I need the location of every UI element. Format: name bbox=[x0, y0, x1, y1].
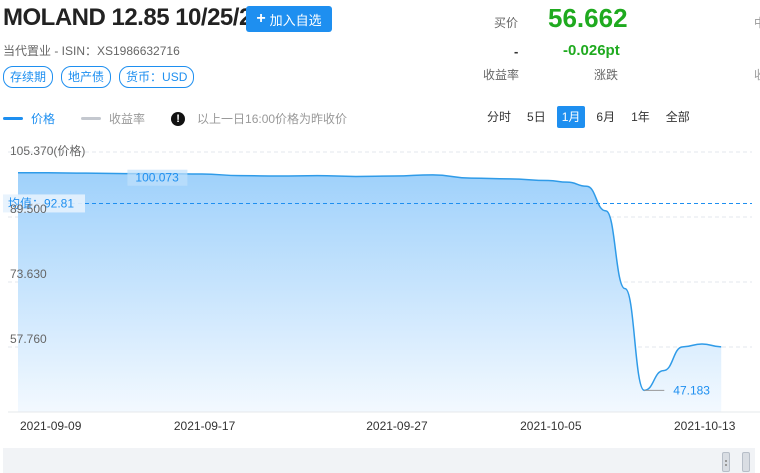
scroller-handle-right[interactable] bbox=[742, 452, 750, 472]
y-tick-label: 89.500 bbox=[10, 202, 47, 216]
range-all[interactable]: 全部 bbox=[661, 106, 695, 128]
yield-label: 收益率 bbox=[483, 68, 520, 82]
y-tick-label: 57.760 bbox=[10, 332, 47, 346]
tag-currency[interactable]: 货币：USD bbox=[119, 66, 195, 88]
edge-label-bottom: 收 bbox=[754, 66, 760, 83]
price-area bbox=[18, 172, 722, 412]
range-selector: 分时 5日 1月 6月 1年 全部 bbox=[482, 106, 695, 128]
chart-legend: 价格 收益率 ! 以上一日16:00价格为昨收价 bbox=[3, 110, 347, 127]
min-label: 47.183 bbox=[673, 383, 710, 397]
add-to-watchlist-label: 加入自选 bbox=[269, 12, 322, 28]
close-price-note: 以上一日16:00价格为昨收价 bbox=[197, 112, 348, 126]
info-icon[interactable]: ! bbox=[171, 111, 186, 126]
time-scroller[interactable] bbox=[3, 448, 755, 473]
price-chart[interactable]: 均值：92.81105.370(价格)89.50073.63057.760202… bbox=[0, 140, 760, 440]
tag-property-bond[interactable]: 地产债 bbox=[61, 66, 112, 88]
buy-price-value: 56.662 bbox=[548, 3, 628, 33]
price-swatch bbox=[3, 117, 23, 120]
range-intraday[interactable]: 分时 bbox=[482, 106, 516, 128]
buy-price-label: 买价 bbox=[494, 16, 519, 30]
legend-yield-label: 收益率 bbox=[109, 112, 146, 126]
max-label: 100.073 bbox=[135, 171, 179, 185]
range-1y[interactable]: 1年 bbox=[626, 106, 655, 128]
x-tick-label: 2021-09-27 bbox=[366, 419, 428, 433]
range-5d[interactable]: 5日 bbox=[522, 106, 551, 128]
bond-subtitle: 当代置业 - ISIN：XS1986632716 bbox=[3, 44, 180, 58]
x-tick-label: 2021-09-17 bbox=[174, 419, 236, 433]
scroller-handle-left[interactable] bbox=[722, 452, 730, 472]
plus-icon: + bbox=[256, 10, 266, 27]
x-tick-label: 2021-10-05 bbox=[520, 419, 582, 433]
legend-yield[interactable]: 收益率 bbox=[81, 110, 145, 127]
change-label: 涨跌 bbox=[594, 68, 619, 82]
y-tick-label: 105.370(价格) bbox=[10, 143, 85, 158]
range-6m[interactable]: 6月 bbox=[591, 106, 620, 128]
tag-list: 存续期 地产债 货币：USD bbox=[3, 66, 195, 88]
edge-label-top: 中 bbox=[754, 14, 760, 31]
x-tick-label: 2021-09-09 bbox=[20, 419, 82, 433]
bond-title: MOLAND 12.85 10/25/21 bbox=[3, 4, 265, 31]
add-to-watchlist-button[interactable]: + 加入自选 bbox=[246, 6, 332, 32]
legend-price[interactable]: 价格 bbox=[3, 110, 55, 127]
x-tick-label: 2021-10-13 bbox=[674, 419, 736, 433]
tag-duration[interactable]: 存续期 bbox=[3, 66, 54, 88]
y-tick-label: 73.630 bbox=[10, 267, 47, 281]
yield-swatch bbox=[81, 117, 102, 120]
change-value: -0.026pt bbox=[563, 42, 620, 59]
yield-value: - bbox=[514, 44, 519, 59]
legend-price-label: 价格 bbox=[31, 112, 56, 126]
range-1m[interactable]: 1月 bbox=[556, 106, 586, 128]
